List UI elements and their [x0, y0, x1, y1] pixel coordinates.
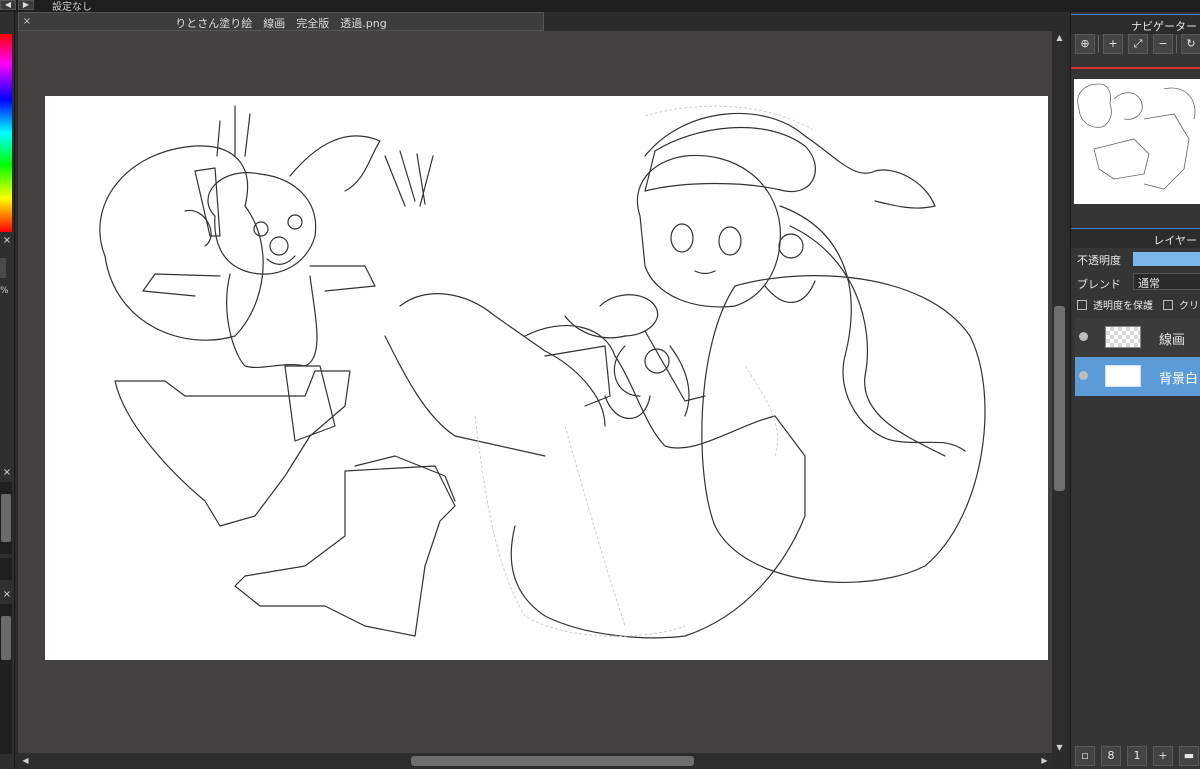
close-icon[interactable]: ×	[2, 236, 12, 246]
left-scroll-thumb-2[interactable]	[1, 616, 11, 660]
layer-row-background[interactable]: 背景白	[1075, 357, 1200, 396]
undo-icon[interactable]: ◀	[0, 0, 16, 10]
top-toolbar	[0, 0, 1200, 12]
new-1bit-layer-icon[interactable]: 1	[1127, 746, 1147, 766]
percent-label: %	[0, 286, 9, 296]
visibility-icon[interactable]	[1079, 371, 1088, 380]
horizontal-scrollbar[interactable]: ◀ ▶	[18, 753, 1052, 769]
canvas-area[interactable]	[18, 31, 1052, 753]
redo-icon[interactable]: ▶	[18, 0, 34, 10]
clipping-label: クリ	[1179, 301, 1199, 312]
toolbar-separator	[1098, 35, 1099, 53]
layer-thumbnail	[1105, 326, 1141, 348]
horizontal-scroll-thumb[interactable]	[411, 756, 694, 766]
opacity-label: 不透明度	[1077, 254, 1121, 267]
close-icon[interactable]: ×	[2, 468, 12, 478]
navigator-preview[interactable]	[1074, 79, 1200, 204]
right-panel: ナビゲーター ⊕ + ⤢ − ↻ レイヤー 不透明度 ブレンド 通常 透明度を保…	[1070, 12, 1200, 769]
navigator-header: ナビゲーター	[1071, 14, 1200, 34]
rotate-icon[interactable]: ↻	[1181, 34, 1200, 54]
blend-mode-select[interactable]: 通常	[1133, 273, 1200, 290]
navigator-preview-drawing	[1077, 83, 1196, 190]
layer-name: 背景白	[1159, 372, 1199, 387]
vertical-scrollbar[interactable]: ▲ ▼	[1052, 31, 1067, 753]
zoom-actual-icon[interactable]: ⊕	[1075, 34, 1095, 54]
zoom-in-icon[interactable]: +	[1103, 34, 1123, 54]
blend-mode-value: 通常	[1138, 277, 1160, 290]
brush-size-box[interactable]	[0, 258, 6, 278]
clipping-checkbox[interactable]	[1163, 299, 1173, 310]
blend-label: ブレンド	[1077, 278, 1121, 291]
visibility-icon[interactable]	[1079, 332, 1088, 341]
toolbar-separator	[1176, 35, 1177, 53]
scroll-left-icon[interactable]: ◀	[18, 756, 33, 766]
layer-name: 線画	[1159, 333, 1186, 348]
left-scroll-thumb[interactable]	[1, 494, 11, 542]
scroll-right-icon[interactable]: ▶	[1037, 756, 1052, 766]
navigator-toolbar: ⊕ + ⤢ − ↻	[1075, 34, 1200, 56]
document-tab[interactable]: × りとさん塗り絵 線画 完全版 透過.png	[18, 12, 544, 31]
close-icon[interactable]: ×	[2, 590, 12, 600]
navigator-title: ナビゲーター	[1131, 20, 1197, 33]
layer-bottom-toolbar: ▫ 8 1 + ▬	[1075, 746, 1200, 768]
protect-alpha-label: 透明度を保護	[1093, 301, 1153, 312]
scroll-up-icon[interactable]: ▲	[1052, 33, 1067, 43]
layer-options-row: 透明度を保護 クリ	[1077, 297, 1200, 312]
zoom-out-icon[interactable]: −	[1153, 34, 1173, 54]
new-folder-icon[interactable]: ▬	[1179, 746, 1199, 766]
opacity-slider[interactable]	[1133, 252, 1200, 266]
layers-header: レイヤー	[1071, 228, 1200, 248]
add-special-layer-icon[interactable]: +	[1153, 746, 1173, 766]
protect-alpha-checkbox[interactable]	[1077, 299, 1087, 310]
fit-screen-icon[interactable]: ⤢	[1128, 34, 1148, 54]
new-8bit-layer-icon[interactable]: 8	[1101, 746, 1121, 766]
new-layer-icon[interactable]: ▫	[1075, 746, 1095, 766]
canvas-page[interactable]	[45, 96, 1048, 660]
layer-row-lineart[interactable]: 線画	[1075, 318, 1200, 358]
left-mini-box	[0, 558, 12, 580]
line-art-drawing	[99, 105, 986, 639]
layer-thumbnail	[1105, 365, 1141, 387]
vertical-scroll-thumb[interactable]	[1054, 306, 1065, 491]
document-title: りとさん塗り絵 線画 完全版 透過.png	[175, 17, 387, 30]
scroll-down-icon[interactable]: ▼	[1052, 743, 1067, 753]
layers-title: レイヤー	[1153, 234, 1197, 247]
navigator-view-indicator	[1071, 67, 1200, 69]
undo-redo-group: ◀ ▶	[0, 0, 36, 10]
hue-bar[interactable]	[0, 34, 12, 232]
